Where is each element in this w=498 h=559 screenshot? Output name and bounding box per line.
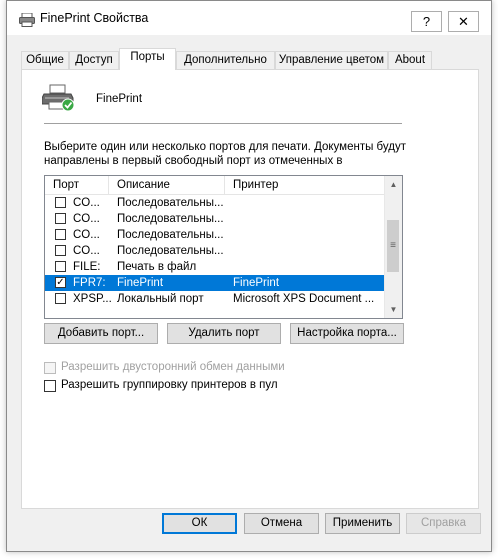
port-description: Последовательны... — [117, 245, 224, 257]
port-printer: Microsoft XPS Document ... — [233, 293, 375, 305]
port-description: Локальный порт — [117, 293, 204, 305]
scroll-down-icon[interactable]: ▼ — [385, 301, 402, 318]
tab-general[interactable]: Общие — [21, 51, 69, 69]
port-checkbox[interactable] — [55, 213, 66, 224]
port-checkbox-checked[interactable]: ✓ — [55, 277, 66, 288]
tab-ports[interactable]: Порты — [119, 48, 176, 70]
add-port-button[interactable]: Добавить порт... — [44, 323, 158, 344]
vertical-scrollbar[interactable]: ▲ ≡ ▼ — [384, 176, 402, 318]
port-description: Последовательны... — [117, 229, 224, 241]
port-name: CO... — [73, 197, 100, 209]
bidirectional-label: Разрешить двусторонний обмен данными — [61, 361, 285, 373]
tab-about[interactable]: About — [388, 51, 432, 69]
checkbox-box[interactable] — [44, 362, 56, 374]
port-checkbox[interactable] — [55, 245, 66, 256]
ports-panel: FinePrint Выберите один или несколько по… — [21, 69, 479, 509]
port-description: Печать в файл — [117, 261, 197, 273]
window-title: FinePrint Свойства — [40, 11, 149, 25]
delete-port-button[interactable]: Удалить порт — [167, 323, 281, 344]
port-checkbox[interactable] — [55, 229, 66, 240]
configure-port-button[interactable]: Настройка порта... — [290, 323, 404, 344]
list-item[interactable]: XPSP... Локальный порт Microsoft XPS Doc… — [45, 291, 385, 307]
tab-advanced[interactable]: Дополнительно — [176, 51, 275, 69]
port-description: Последовательны... — [117, 197, 224, 209]
cancel-button[interactable]: Отмена — [244, 513, 319, 534]
list-item[interactable]: CO... Последовательны... — [45, 227, 385, 243]
port-printer: FinePrint — [233, 277, 280, 289]
column-printer[interactable]: Принтер — [225, 176, 385, 194]
port-checkbox[interactable] — [55, 261, 66, 272]
column-description[interactable]: Описание — [109, 176, 225, 194]
separator — [44, 123, 402, 124]
scroll-up-icon[interactable]: ▲ — [385, 176, 402, 193]
printer-default-icon — [42, 84, 75, 112]
scroll-thumb[interactable]: ≡ — [387, 220, 399, 272]
title-bar: FinePrint Свойства ? ✕ — [7, 1, 491, 35]
ports-list[interactable]: Порт Описание Принтер CO... Последовател… — [44, 175, 403, 319]
ok-button[interactable]: ОК — [162, 513, 237, 534]
column-port[interactable]: Порт — [45, 176, 109, 194]
port-checkbox[interactable] — [55, 197, 66, 208]
help-title-button[interactable]: ? — [411, 11, 442, 32]
port-name: CO... — [73, 229, 100, 241]
list-item[interactable]: FILE: Печать в файл — [45, 259, 385, 275]
port-name: FPR7: — [73, 277, 106, 289]
properties-dialog: FinePrint Свойства ? ✕ Общие Доступ Порт… — [6, 0, 492, 552]
list-item[interactable]: CO... Последовательны... — [45, 195, 385, 211]
list-item[interactable]: CO... Последовательны... — [45, 211, 385, 227]
tab-color-management[interactable]: Управление цветом — [275, 51, 388, 69]
list-item-selected[interactable]: ✓ FPR7: FinePrint FinePrint — [45, 275, 385, 291]
port-description: FinePrint — [117, 277, 164, 289]
port-name: XPSP... — [73, 293, 112, 305]
printer-icon — [19, 13, 35, 27]
checkbox-box[interactable] — [44, 380, 56, 392]
pooling-label: Разрешить группировку принтеров в пул — [61, 379, 278, 391]
ports-description: Выберите один или несколько портов для п… — [44, 141, 406, 167]
port-name: FILE: — [73, 261, 101, 273]
list-header: Порт Описание Принтер — [45, 176, 385, 195]
list-item[interactable]: CO... Последовательны... — [45, 243, 385, 259]
apply-button[interactable]: Применить — [325, 513, 400, 534]
port-description: Последовательны... — [117, 213, 224, 225]
close-button[interactable]: ✕ — [448, 11, 479, 32]
tab-sharing[interactable]: Доступ — [69, 51, 119, 69]
port-checkbox[interactable] — [55, 293, 66, 304]
port-name: CO... — [73, 213, 100, 225]
printer-name: FinePrint — [96, 93, 143, 105]
help-button[interactable]: Справка — [406, 513, 481, 534]
port-name: CO... — [73, 245, 100, 257]
